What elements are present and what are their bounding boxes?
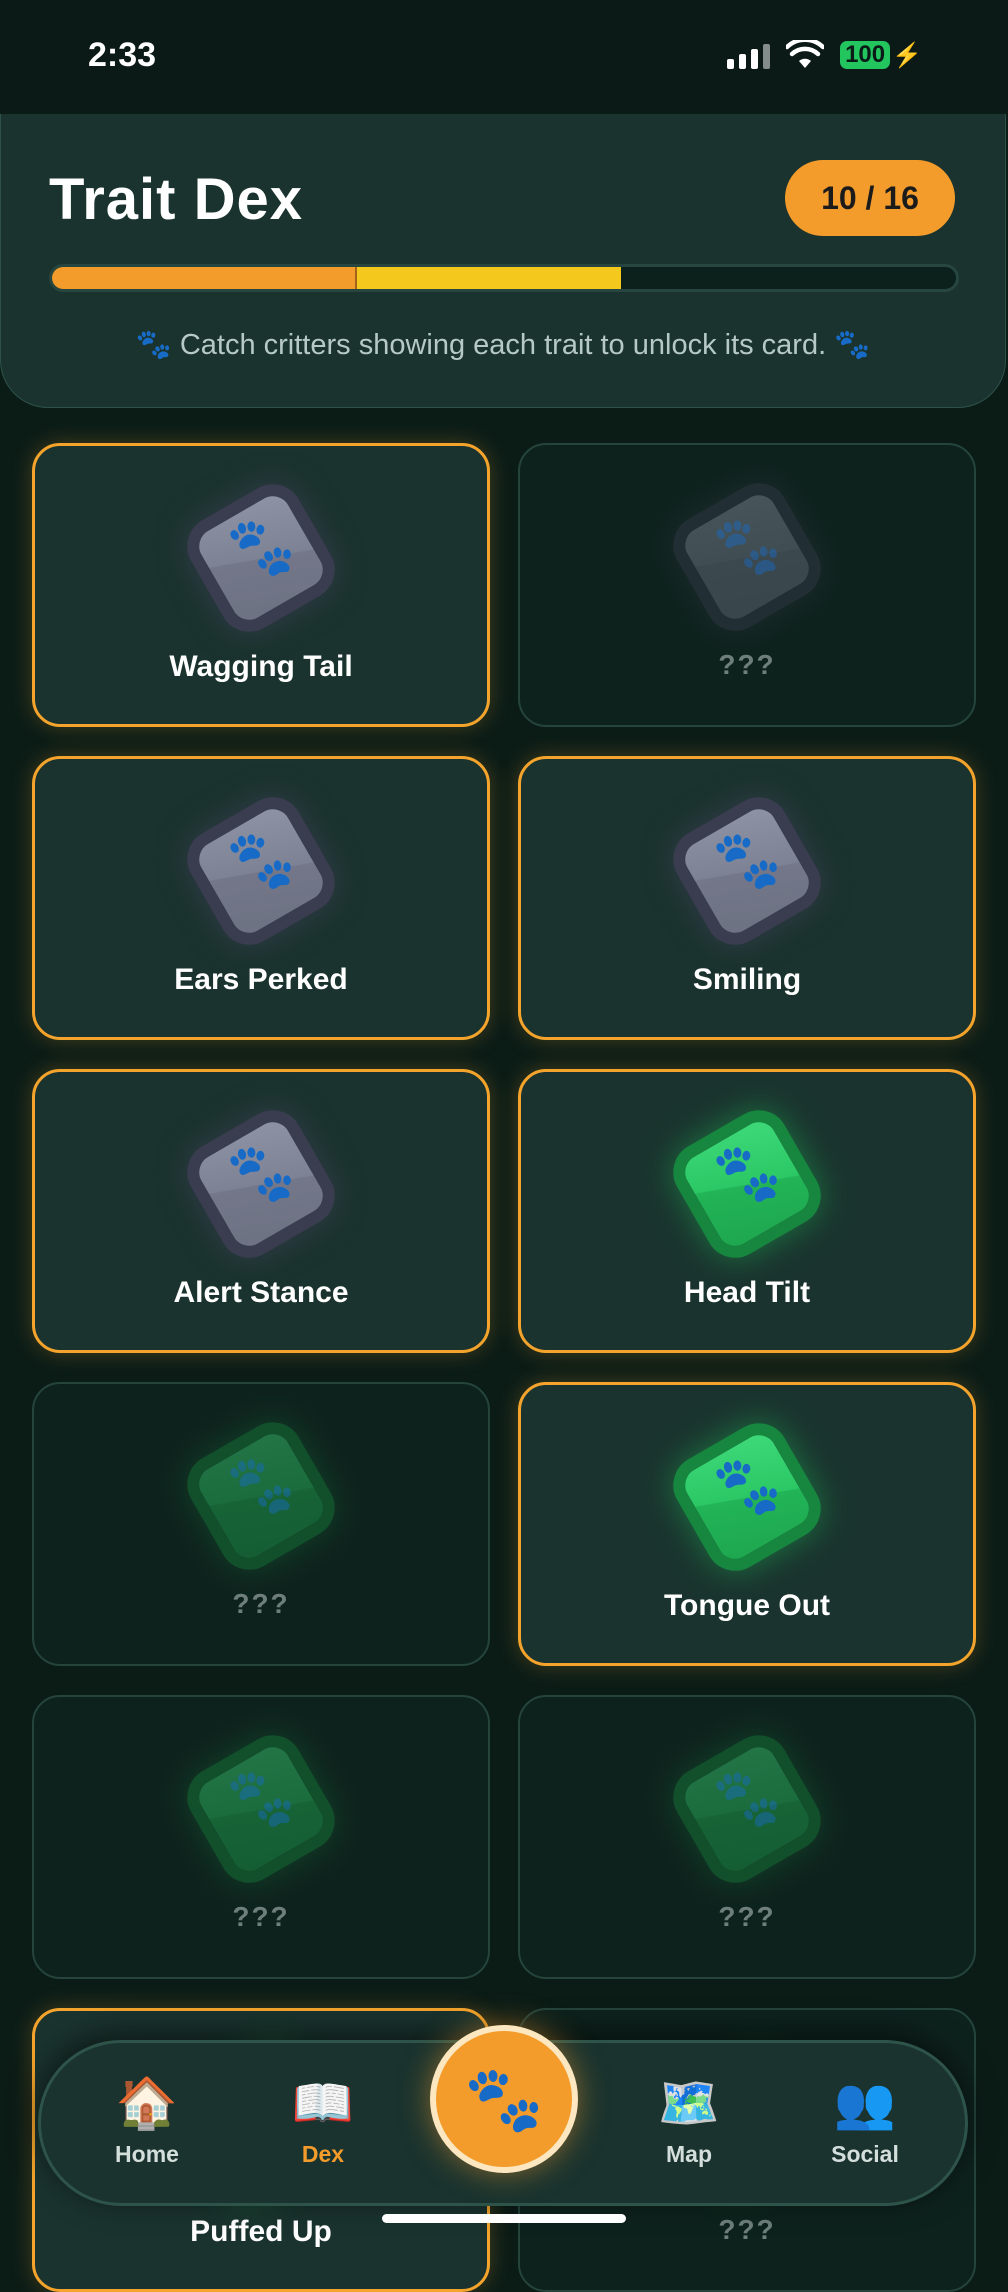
nav-social[interactable]: 👥 Social (795, 2073, 935, 2168)
status-icons: 100 ⚡ (727, 40, 922, 70)
trait-card[interactable]: 🐾 Ears Perked (32, 756, 490, 1040)
trait-gem-icon: 🐾 (171, 1724, 351, 1905)
trait-card-label: ??? (232, 1588, 290, 1619)
paw-icon: 🐾 (226, 1141, 296, 1204)
charging-bolt-icon: ⚡ (892, 41, 922, 69)
people-icon: 👥 (833, 2075, 897, 2131)
trait-card[interactable]: 🐾??? (32, 1695, 490, 1979)
signal-icon (727, 41, 771, 69)
trait-gem-icon: 🐾 (171, 1411, 351, 1592)
hint-message: Catch critters showing each trait to unl… (179, 329, 827, 361)
paw-icon: 🐾 (226, 828, 296, 891)
page-title: Trait Dex (49, 167, 303, 232)
paw-icon: 🐾 (464, 2062, 544, 2135)
hint-text: 🐾 Catch critters showing each trait to u… (1, 328, 1005, 362)
nav-social-label: Social (831, 2141, 899, 2167)
nav-map-label: Map (666, 2141, 712, 2167)
unlock-count-badge: 10 / 16 (785, 160, 955, 236)
house-icon: 🏠 (115, 2075, 179, 2131)
paw-icon: 🐾 (712, 1454, 782, 1517)
trait-card-label: Wagging Tail (169, 650, 353, 683)
trait-card[interactable]: 🐾 Tongue Out (518, 1382, 976, 1666)
battery-level: 100 (840, 41, 891, 69)
trait-card[interactable]: 🐾 Alert Stance (32, 1069, 490, 1353)
paw-icon: 🐾 (712, 1141, 782, 1204)
trait-gem-icon: 🐾 (171, 1099, 351, 1280)
battery-icon: 100 ⚡ (840, 41, 922, 70)
nav-dex-label: Dex (301, 2141, 345, 2167)
trait-gem-icon: 🐾 (657, 786, 837, 967)
paw-icon: 🐾 (834, 329, 871, 361)
map-icon: 🗺️ (657, 2075, 721, 2131)
nav-map[interactable]: 🗺️ Map (619, 2073, 759, 2168)
trait-card[interactable]: 🐾??? (518, 443, 976, 727)
trait-card[interactable]: 🐾 Wagging Tail (32, 443, 490, 727)
progress-bar (49, 264, 959, 292)
wifi-icon (786, 40, 825, 68)
trait-gem-icon: 🐾 (657, 1412, 837, 1593)
progress-segment-secondary (356, 267, 621, 289)
status-bar: 2:33 100 ⚡ (0, 0, 1008, 112)
paw-icon: 🐾 (226, 515, 296, 578)
trait-card-label: Tongue Out (663, 1589, 831, 1622)
paw-icon: 🐾 (135, 329, 172, 361)
nav-home[interactable]: 🏠 Home (77, 2073, 217, 2168)
trait-card-label: ??? (232, 1901, 290, 1932)
status-time: 2:33 (88, 36, 157, 74)
paw-icon: 🐾 (712, 828, 782, 891)
trait-gem-icon: 🐾 (657, 1724, 837, 1905)
trait-card-label: ??? (718, 649, 776, 680)
trait-gem-icon: 🐾 (657, 1099, 837, 1280)
trait-card-label: Alert Stance (173, 1276, 349, 1309)
nav-dex[interactable]: 📖 Dex (253, 2073, 393, 2168)
progress-segment-primary (52, 267, 357, 289)
paw-icon: 🐾 (712, 514, 782, 577)
trait-card-label: ??? (718, 1901, 776, 1932)
trait-card[interactable]: 🐾 Head Tilt (518, 1069, 976, 1353)
trait-card-label: Head Tilt (683, 1276, 811, 1309)
trait-gem-icon: 🐾 (171, 786, 351, 967)
catch-button[interactable]: 🐾 (430, 2025, 578, 2173)
trait-card-label: Smiling (692, 963, 802, 996)
paw-icon: 🐾 (712, 1766, 782, 1829)
trait-card-label: Ears Perked (174, 963, 348, 996)
paw-icon: 🐾 (226, 1453, 296, 1516)
dex-header: Trait Dex 10 / 16 🐾 Catch critters showi… (0, 114, 1006, 408)
paw-icon: 🐾 (226, 1766, 296, 1829)
trait-card[interactable]: 🐾 Smiling (518, 756, 976, 1040)
progress-fill (52, 267, 621, 289)
nav-home-label: Home (115, 2141, 179, 2167)
book-icon: 📖 (291, 2075, 355, 2131)
home-indicator[interactable] (382, 2214, 626, 2223)
trait-gem-icon: 🐾 (657, 472, 837, 653)
trait-card[interactable]: 🐾??? (518, 1695, 976, 1979)
trait-gem-icon: 🐾 (171, 473, 351, 654)
trait-card[interactable]: 🐾??? (32, 1382, 490, 1666)
